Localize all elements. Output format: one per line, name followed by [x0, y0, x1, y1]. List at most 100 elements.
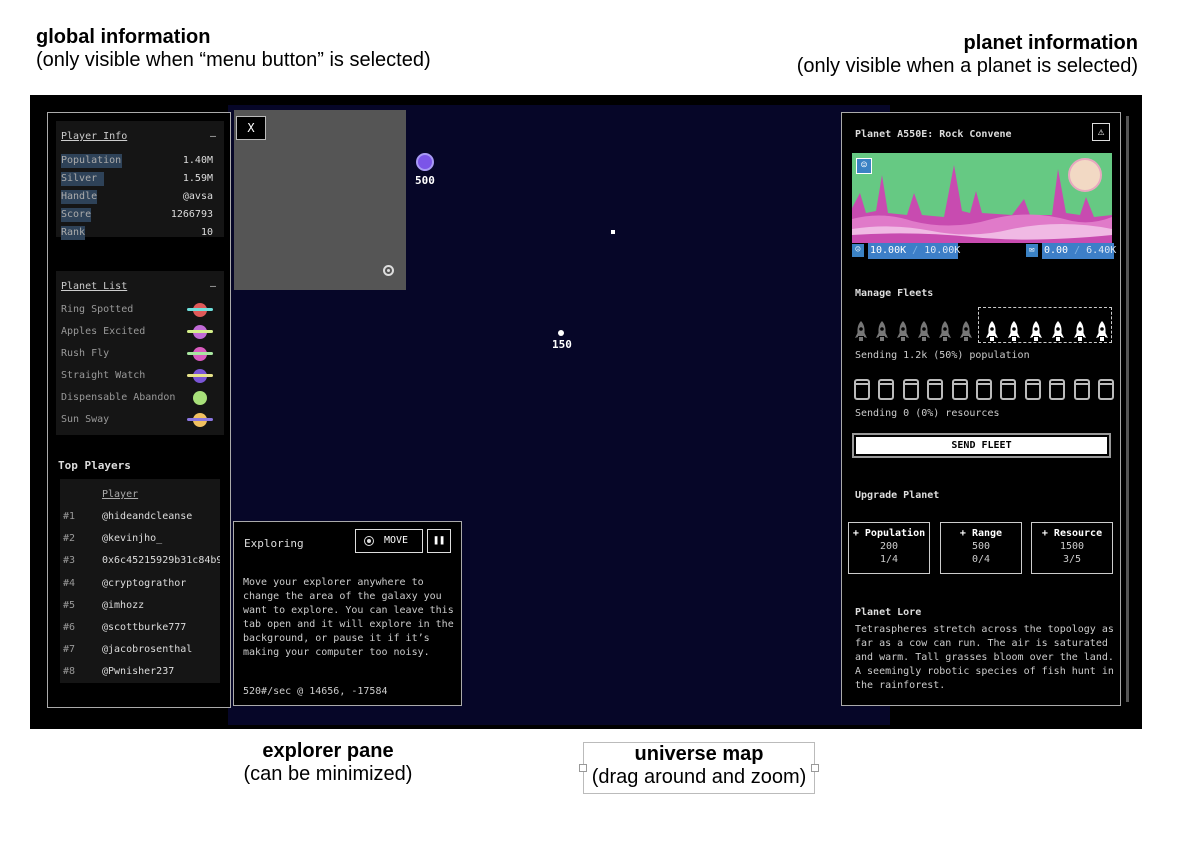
panel-shadow — [1126, 116, 1129, 702]
resource-silo-icon[interactable] — [1098, 379, 1114, 400]
annotation-subtitle: (only visible when “menu button” is sele… — [36, 49, 431, 71]
planet-icon — [187, 346, 213, 362]
collapse-player-info-button[interactable]: – — [210, 131, 216, 142]
table-row[interactable]: #3 0x6c45215929b31c84b9 — [63, 552, 220, 570]
planet-icon — [187, 324, 213, 340]
resource-silo-icon[interactable] — [976, 379, 992, 400]
upgrade-population-button[interactable]: + Population 200 1/4 — [848, 522, 930, 574]
map-planet-large[interactable] — [416, 153, 434, 171]
map-planet-label: 150 — [552, 338, 572, 351]
silver-current: 0.00 — [1044, 245, 1069, 256]
resource-silo-icon[interactable] — [1049, 379, 1066, 400]
user-icon: ☺ — [856, 158, 872, 174]
annotation-title: planet information — [963, 32, 1138, 54]
move-label: MOVE — [384, 535, 409, 546]
planet-illustration: ☺ — [852, 153, 1112, 243]
map-planet-small[interactable] — [558, 330, 564, 336]
rank-cell: #8 — [63, 666, 76, 677]
upgrade-resource-button[interactable]: + Resource 1500 3/5 — [1031, 522, 1113, 574]
rocket-icon[interactable] — [1029, 321, 1043, 343]
rocket-icon[interactable] — [985, 321, 999, 343]
rocket-icon[interactable] — [938, 321, 952, 343]
planet-list-heading[interactable]: Planet List — [61, 281, 127, 292]
resource-silo-icon[interactable] — [927, 379, 944, 400]
rocket-icon[interactable] — [896, 321, 910, 343]
planet-title: Planet A550E: Rock Convene — [855, 129, 1012, 140]
rocket-icon[interactable] — [1073, 321, 1087, 343]
pause-button[interactable]: ❚❚ — [427, 529, 451, 553]
global-info-annotation: global information (only visible when “m… — [36, 26, 431, 72]
planet-list-label: Dispensable Abandon — [61, 392, 176, 403]
resource-silo-icon[interactable] — [951, 379, 968, 400]
table-row[interactable]: #4 @cryptograthor — [63, 575, 220, 593]
move-explorer-button[interactable]: MOVE — [355, 529, 423, 553]
planet-icon — [187, 302, 213, 318]
send-fleet-label: SEND FLEET — [856, 437, 1107, 454]
table-row[interactable]: #1 @hideandcleanse — [63, 508, 220, 526]
upgrade-level: 1/4 — [879, 554, 899, 565]
stat-value: 10 — [200, 227, 213, 238]
stat-row-handle: Handle @avsa — [61, 189, 213, 204]
planet-list-item[interactable]: Rush Fly — [61, 345, 213, 363]
global-info-panel: Player Info – Population 1.40M Silver 1.… — [47, 112, 231, 708]
rocket-icon[interactable] — [917, 321, 931, 343]
planet-list-item[interactable]: Ring Spotted — [61, 301, 213, 319]
planet-landscape-image — [852, 153, 1112, 243]
stat-label: Handle — [61, 191, 98, 202]
resource-slider[interactable] — [854, 379, 1114, 403]
table-row[interactable]: #8 @Pwnisher237 — [63, 663, 220, 681]
resource-silo-icon[interactable] — [902, 379, 919, 400]
top-players-table: Player #1 @hideandcleanse #2 @kevinjho_ #3… — [60, 479, 220, 683]
warning-icon[interactable]: ⚠ — [1092, 123, 1110, 141]
rocket-icon[interactable] — [959, 321, 973, 343]
upgrade-cost: 200 — [879, 541, 899, 552]
send-fleet-button[interactable]: SEND FLEET — [852, 433, 1111, 458]
table-row[interactable]: #7 @jacobrosenthal — [63, 641, 220, 659]
rank-cell: #4 — [63, 578, 76, 589]
rocket-icon[interactable] — [1095, 321, 1109, 343]
resource-silo-icon[interactable] — [878, 379, 895, 400]
resource-silo-icon[interactable] — [1024, 379, 1041, 400]
annotation-subtitle: (only visible when a planet is selected) — [796, 55, 1138, 77]
rocket-icon[interactable] — [854, 321, 868, 343]
upgrade-title: + Resource — [1041, 528, 1103, 539]
rocket-icon[interactable] — [875, 321, 889, 343]
rank-cell: #2 — [63, 533, 76, 544]
annotation-title: universe map — [634, 743, 764, 765]
annotation-subtitle: (can be minimized) — [243, 763, 413, 785]
resource-silo-icon[interactable] — [1073, 379, 1090, 400]
table-row[interactable]: #5 @imhozz — [63, 597, 220, 615]
explorer-target-icon[interactable] — [383, 265, 394, 276]
annotation-title: global information — [36, 26, 211, 48]
resource-silo-icon[interactable] — [854, 379, 870, 400]
planet-icon — [187, 412, 213, 428]
minimap-close-button[interactable]: X — [236, 116, 266, 140]
population-max: 10.00K — [924, 245, 961, 256]
resource-silo-icon[interactable] — [1000, 379, 1017, 400]
rank-cell: #3 — [63, 555, 76, 566]
universe-map-annotation: universe map (drag around and zoom) — [583, 742, 815, 794]
planet-list-item[interactable]: Straight Watch — [61, 367, 213, 385]
upgrade-cost: 1500 — [1059, 541, 1085, 552]
upgrade-cost: 500 — [971, 541, 991, 552]
table-row[interactable]: #6 @scottburke777 — [63, 619, 220, 637]
upgrade-range-button[interactable]: + Range 500 0/4 — [940, 522, 1022, 574]
planet-list-item[interactable]: Apples Excited — [61, 323, 213, 341]
explorer-status: 520#/sec @ 14656, -17584 — [243, 686, 388, 697]
annotation-title: explorer pane — [262, 740, 394, 762]
player-column-header[interactable]: Player — [102, 489, 138, 500]
player-info-box: Player Info – Population 1.40M Silver 1.… — [56, 121, 224, 240]
upgrade-level: 3/5 — [1062, 554, 1082, 565]
rocket-icon[interactable] — [1007, 321, 1021, 343]
player-info-heading[interactable]: Player Info — [61, 131, 127, 142]
map-planet-label: 500 — [415, 174, 435, 187]
collapse-planet-list-button[interactable]: – — [210, 281, 216, 292]
user-icon: ☺ — [852, 244, 864, 257]
planet-list-item[interactable]: Sun Sway — [61, 411, 213, 429]
rocket-icon[interactable] — [1051, 321, 1065, 343]
planet-icon — [187, 390, 213, 406]
planet-list-item[interactable]: Dispensable Abandon — [61, 389, 213, 407]
table-row[interactable]: #2 @kevinjho_ — [63, 530, 220, 548]
map-marker[interactable] — [611, 230, 615, 234]
rocket-slider[interactable] — [854, 317, 1114, 347]
